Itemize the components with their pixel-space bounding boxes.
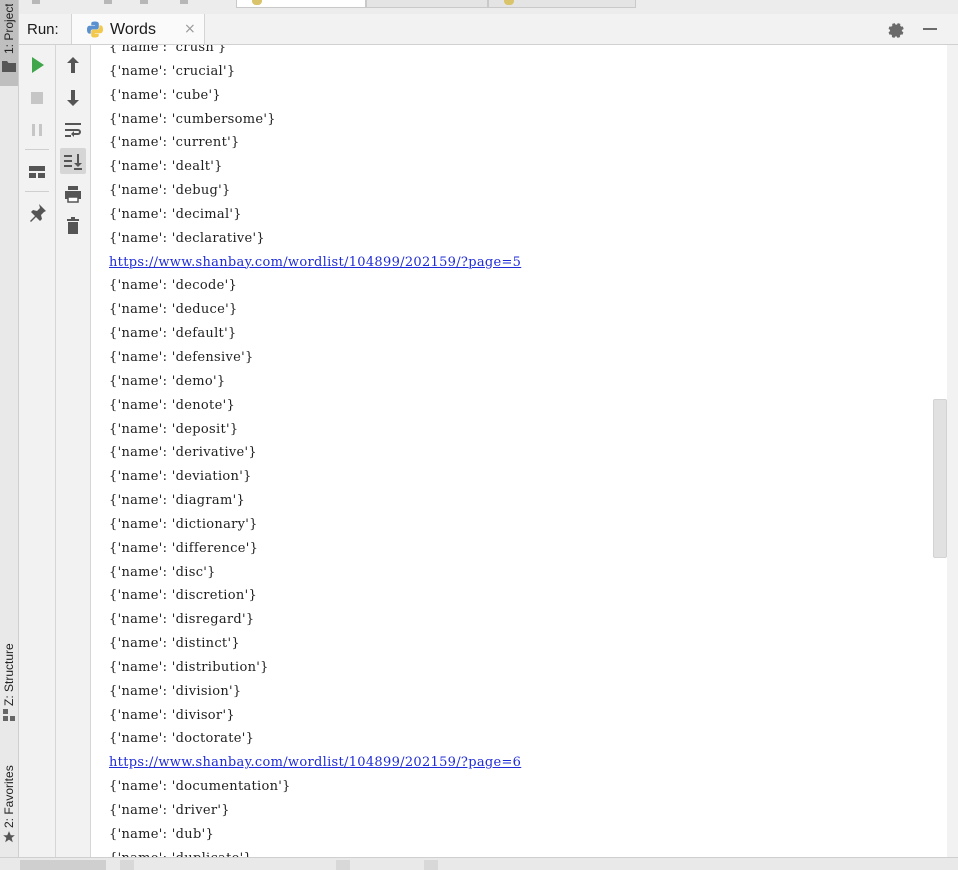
console-line: {'name': 'difference'} bbox=[109, 540, 259, 556]
star-icon bbox=[3, 831, 15, 843]
editor-tab[interactable] bbox=[366, 0, 488, 8]
down-arrow-icon[interactable] bbox=[60, 85, 86, 111]
run-label: Run: bbox=[27, 21, 59, 38]
console-line: {'name': 'division'} bbox=[109, 683, 242, 699]
run-icon[interactable] bbox=[24, 52, 50, 78]
console-line: {'name': 'dictionary'} bbox=[109, 516, 258, 532]
toolbar-separator bbox=[25, 149, 49, 150]
up-arrow-icon[interactable] bbox=[60, 52, 86, 78]
console-link[interactable]: https://www.shanbay.com/wordlist/104899/… bbox=[109, 751, 521, 775]
structure-icon bbox=[3, 709, 15, 721]
console-line: {'name': 'disc'} bbox=[109, 564, 216, 580]
soft-wrap-icon[interactable] bbox=[60, 117, 86, 143]
console-line: {'name': 'defensive'} bbox=[109, 349, 254, 365]
structure-tool-label: Z: Structure bbox=[2, 643, 16, 706]
close-tab-icon[interactable]: × bbox=[184, 21, 196, 37]
console-line: {'name': 'diagram'} bbox=[109, 493, 246, 509]
right-edge bbox=[947, 45, 958, 857]
trash-icon[interactable] bbox=[60, 213, 86, 239]
console-output[interactable]: {'name': 'crush'} {'name': 'crucial'} {'na… bbox=[91, 45, 947, 857]
console-line: {'name': 'derivative'} bbox=[109, 445, 257, 461]
scroll-to-end-icon bbox=[64, 154, 82, 170]
console-line: {'name': 'denote'} bbox=[109, 397, 236, 413]
console-line: {'name': 'decimal'} bbox=[109, 206, 242, 222]
console-line: {'name': 'demo'} bbox=[109, 373, 226, 389]
console-line: {'name': 'default'} bbox=[109, 326, 237, 342]
console-lines: {'name': 'crush'} {'name': 'crucial'} {'na… bbox=[109, 45, 521, 857]
console-line: {'name': 'disregard'} bbox=[109, 612, 255, 628]
toolbar-glyph bbox=[180, 0, 188, 4]
console-line: {'name': 'divisor'} bbox=[109, 707, 235, 723]
console-line: {'name': 'crush'} bbox=[109, 45, 227, 55]
console-line: {'name': 'debug'} bbox=[109, 183, 231, 199]
console-line: {'name': 'duplicate'} bbox=[109, 847, 521, 857]
structure-tool-button[interactable]: Z: Structure bbox=[0, 626, 18, 724]
run-tab-words[interactable]: Words × bbox=[71, 14, 205, 44]
console-line: {'name': 'declarative'} bbox=[109, 230, 265, 246]
run-tab-title: Words bbox=[110, 21, 156, 38]
editor-tab-strip bbox=[0, 0, 958, 14]
console-line: {'name': 'distribution'} bbox=[109, 659, 269, 675]
console-line: {'name': 'distinct'} bbox=[109, 636, 240, 652]
run-toolbar-secondary bbox=[56, 45, 91, 857]
favorites-tool-button[interactable]: 2: Favorites bbox=[0, 752, 18, 848]
bottom-tool-stripe bbox=[0, 857, 958, 870]
run-toolbar-primary bbox=[19, 45, 56, 857]
left-tool-stripe: 1: Project Z: Structure 2: Favorites bbox=[0, 0, 19, 857]
pin-icon[interactable] bbox=[24, 200, 50, 226]
stop-icon[interactable] bbox=[24, 85, 50, 111]
folder-icon bbox=[2, 61, 16, 72]
toolbar-separator bbox=[25, 191, 49, 192]
project-tool-button[interactable]: 1: Project bbox=[0, 0, 18, 86]
run-panel-header: Run: Words × bbox=[19, 14, 958, 45]
console-link[interactable]: https://www.shanbay.com/wordlist/104899/… bbox=[109, 251, 521, 275]
console-line: {'name': 'deviation'} bbox=[109, 469, 252, 485]
console-line: {'name': 'discretion'} bbox=[109, 588, 258, 604]
gear-icon[interactable] bbox=[887, 20, 905, 38]
python-icon bbox=[87, 21, 103, 38]
toolbar-glyph bbox=[140, 0, 148, 4]
console-line: {'name': 'deposit'} bbox=[109, 421, 239, 437]
console-line: {'name': 'current'} bbox=[109, 135, 240, 151]
console-line: {'name': 'documentation'} bbox=[109, 779, 291, 795]
console-line: {'name': 'deduce'} bbox=[109, 302, 238, 318]
console-line: {'name': 'dub'} bbox=[109, 826, 215, 842]
toolbar-glyph bbox=[32, 0, 40, 4]
print-icon[interactable] bbox=[60, 181, 86, 207]
toolbar-glyph bbox=[104, 0, 112, 4]
console-scrollbar-thumb[interactable] bbox=[933, 399, 947, 558]
console-line: {'name': 'dealt'} bbox=[109, 159, 223, 175]
scroll-to-end-button[interactable] bbox=[60, 148, 86, 174]
layout-icon[interactable] bbox=[24, 159, 50, 185]
console-line: {'name': 'cumbersome'} bbox=[109, 111, 276, 127]
project-tool-label: 1: Project bbox=[2, 4, 16, 54]
console-line: {'name': 'driver'} bbox=[109, 803, 230, 818]
favorites-tool-label: 2: Favorites bbox=[2, 765, 16, 828]
console-line: {'name': 'decode'} bbox=[109, 278, 238, 294]
pause-icon[interactable] bbox=[24, 117, 50, 143]
console-line: {'name': 'cube'} bbox=[109, 87, 221, 103]
minimize-icon[interactable] bbox=[921, 20, 939, 38]
console-line: {'name': 'doctorate'} bbox=[109, 731, 255, 747]
console-line: {'name': 'crucial'} bbox=[109, 63, 236, 79]
